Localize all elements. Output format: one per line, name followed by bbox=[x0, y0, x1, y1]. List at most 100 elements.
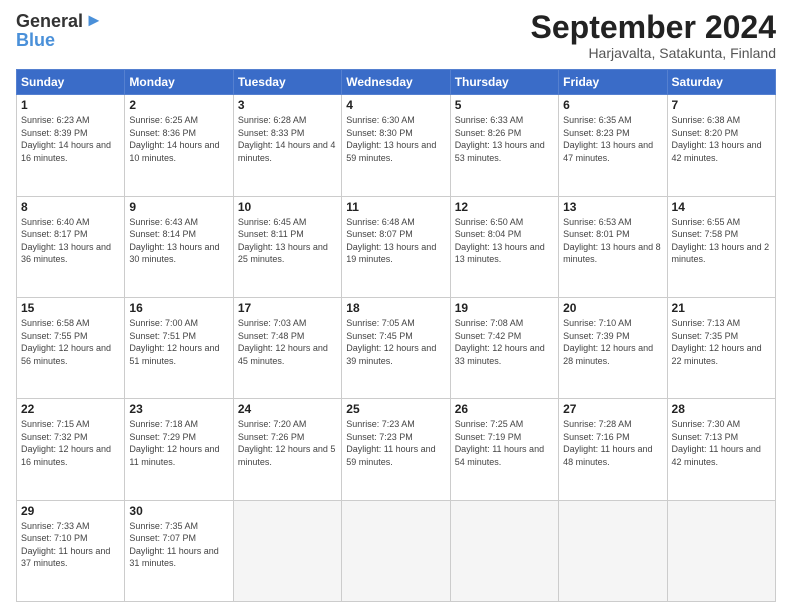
day-number: 8 bbox=[21, 200, 120, 214]
day-number: 30 bbox=[129, 504, 228, 518]
day-info: Sunrise: 6:35 AM Sunset: 8:23 PM Dayligh… bbox=[563, 114, 662, 164]
header: General ► Blue September 2024 Harjavalta… bbox=[16, 10, 776, 61]
subtitle: Harjavalta, Satakunta, Finland bbox=[531, 45, 776, 61]
calendar-week-row: 29 Sunrise: 7:33 AM Sunset: 7:10 PM Dayli… bbox=[17, 500, 776, 601]
col-friday: Friday bbox=[559, 70, 667, 95]
table-row: 7 Sunrise: 6:38 AM Sunset: 8:20 PM Daylig… bbox=[667, 95, 775, 196]
table-row: 23Sunrise: 7:18 AM Sunset: 7:29 PM Dayli… bbox=[125, 399, 233, 500]
title-section: September 2024 Harjavalta, Satakunta, Fi… bbox=[531, 10, 776, 61]
day-number: 26 bbox=[455, 402, 554, 416]
day-info: Sunrise: 6:33 AM Sunset: 8:26 PM Dayligh… bbox=[455, 114, 554, 164]
day-info: Sunrise: 6:38 AM Sunset: 8:20 PM Dayligh… bbox=[672, 114, 771, 164]
day-info: Sunrise: 6:25 AM Sunset: 8:36 PM Dayligh… bbox=[129, 114, 228, 164]
table-row: 27 Sunrise: 7:28 AM Sunset: 7:16 PM Dayli… bbox=[559, 399, 667, 500]
table-row: 10 Sunrise: 6:45 AM Sunset: 8:11 PM Dayli… bbox=[233, 196, 341, 297]
day-number: 29 bbox=[21, 504, 120, 518]
day-number: 21 bbox=[672, 301, 771, 315]
day-number: 10 bbox=[238, 200, 337, 214]
table-row: 1Sunrise: 6:23 AM Sunset: 8:39 PM Daylig… bbox=[17, 95, 125, 196]
day-info: Sunrise: 6:45 AM Sunset: 8:11 PM Dayligh… bbox=[238, 216, 337, 266]
day-number: 9 bbox=[129, 200, 228, 214]
table-row: 26 Sunrise: 7:25 AM Sunset: 7:19 PM Dayli… bbox=[450, 399, 558, 500]
logo-general-text: General bbox=[16, 12, 83, 30]
day-info: Sunrise: 7:18 AM Sunset: 7:29 PM Dayligh… bbox=[129, 418, 228, 468]
table-row bbox=[342, 500, 450, 601]
table-row: 14 Sunrise: 6:55 AM Sunset: 7:58 PM Dayli… bbox=[667, 196, 775, 297]
table-row: 6 Sunrise: 6:35 AM Sunset: 8:23 PM Daylig… bbox=[559, 95, 667, 196]
day-info: Sunrise: 6:58 AM Sunset: 7:55 PM Dayligh… bbox=[21, 317, 120, 367]
table-row: 28Sunrise: 7:30 AM Sunset: 7:13 PM Dayli… bbox=[667, 399, 775, 500]
day-info: Sunrise: 7:33 AM Sunset: 7:10 PM Dayligh… bbox=[21, 520, 120, 570]
day-info: Sunrise: 7:03 AM Sunset: 7:48 PM Dayligh… bbox=[238, 317, 337, 367]
table-row: 17 Sunrise: 7:03 AM Sunset: 7:48 PM Dayli… bbox=[233, 297, 341, 398]
table-row: 30 Sunrise: 7:35 AM Sunset: 7:07 PM Dayli… bbox=[125, 500, 233, 601]
day-info: Sunrise: 7:35 AM Sunset: 7:07 PM Dayligh… bbox=[129, 520, 228, 570]
logo-arrow-icon: ► bbox=[85, 10, 103, 31]
table-row: 9 Sunrise: 6:43 AM Sunset: 8:14 PM Daylig… bbox=[125, 196, 233, 297]
col-thursday: Thursday bbox=[450, 70, 558, 95]
day-number: 7 bbox=[672, 98, 771, 112]
day-number: 25 bbox=[346, 402, 445, 416]
day-info: Sunrise: 7:00 AM Sunset: 7:51 PM Dayligh… bbox=[129, 317, 228, 367]
table-row bbox=[233, 500, 341, 601]
table-row: 21 Sunrise: 7:13 AM Sunset: 7:35 PM Dayli… bbox=[667, 297, 775, 398]
day-number: 3 bbox=[238, 98, 337, 112]
table-row bbox=[559, 500, 667, 601]
day-number: 18 bbox=[346, 301, 445, 315]
day-number: 24 bbox=[238, 402, 337, 416]
day-info: Sunrise: 7:10 AM Sunset: 7:39 PM Dayligh… bbox=[563, 317, 662, 367]
day-info: Sunrise: 6:28 AM Sunset: 8:33 PM Dayligh… bbox=[238, 114, 337, 164]
table-row bbox=[667, 500, 775, 601]
day-number: 14 bbox=[672, 200, 771, 214]
day-number: 22 bbox=[21, 402, 120, 416]
col-tuesday: Tuesday bbox=[233, 70, 341, 95]
day-number: 17 bbox=[238, 301, 337, 315]
day-number: 1 bbox=[21, 98, 120, 112]
table-row: 20 Sunrise: 7:10 AM Sunset: 7:39 PM Dayli… bbox=[559, 297, 667, 398]
day-info: Sunrise: 7:15 AM Sunset: 7:32 PM Dayligh… bbox=[21, 418, 120, 468]
day-info: Sunrise: 7:25 AM Sunset: 7:19 PM Dayligh… bbox=[455, 418, 554, 468]
day-info: Sunrise: 7:23 AM Sunset: 7:23 PM Dayligh… bbox=[346, 418, 445, 468]
day-number: 20 bbox=[563, 301, 662, 315]
day-number: 15 bbox=[21, 301, 120, 315]
day-info: Sunrise: 7:28 AM Sunset: 7:16 PM Dayligh… bbox=[563, 418, 662, 468]
table-row: 24 Sunrise: 7:20 AM Sunset: 7:26 PM Dayli… bbox=[233, 399, 341, 500]
day-info: Sunrise: 6:55 AM Sunset: 7:58 PM Dayligh… bbox=[672, 216, 771, 266]
table-row: 4Sunrise: 6:30 AM Sunset: 8:30 PM Daylig… bbox=[342, 95, 450, 196]
col-monday: Monday bbox=[125, 70, 233, 95]
day-number: 27 bbox=[563, 402, 662, 416]
day-info: Sunrise: 7:20 AM Sunset: 7:26 PM Dayligh… bbox=[238, 418, 337, 468]
day-number: 5 bbox=[455, 98, 554, 112]
day-info: Sunrise: 6:50 AM Sunset: 8:04 PM Dayligh… bbox=[455, 216, 554, 266]
table-row: 12 Sunrise: 6:50 AM Sunset: 8:04 PM Dayli… bbox=[450, 196, 558, 297]
day-info: Sunrise: 7:05 AM Sunset: 7:45 PM Dayligh… bbox=[346, 317, 445, 367]
table-row: 11Sunrise: 6:48 AM Sunset: 8:07 PM Dayli… bbox=[342, 196, 450, 297]
calendar-table: Sunday Monday Tuesday Wednesday Thursday… bbox=[16, 69, 776, 602]
table-row: 25 Sunrise: 7:23 AM Sunset: 7:23 PM Dayli… bbox=[342, 399, 450, 500]
day-number: 16 bbox=[129, 301, 228, 315]
calendar-week-row: 8 Sunrise: 6:40 AM Sunset: 8:17 PM Daylig… bbox=[17, 196, 776, 297]
day-info: Sunrise: 6:40 AM Sunset: 8:17 PM Dayligh… bbox=[21, 216, 120, 266]
table-row: 5 Sunrise: 6:33 AM Sunset: 8:26 PM Daylig… bbox=[450, 95, 558, 196]
day-number: 2 bbox=[129, 98, 228, 112]
day-number: 12 bbox=[455, 200, 554, 214]
calendar-week-row: 1Sunrise: 6:23 AM Sunset: 8:39 PM Daylig… bbox=[17, 95, 776, 196]
day-info: Sunrise: 7:08 AM Sunset: 7:42 PM Dayligh… bbox=[455, 317, 554, 367]
day-number: 13 bbox=[563, 200, 662, 214]
table-row: 8 Sunrise: 6:40 AM Sunset: 8:17 PM Daylig… bbox=[17, 196, 125, 297]
logo-blue-text: Blue bbox=[16, 31, 55, 49]
table-row: 3 Sunrise: 6:28 AM Sunset: 8:33 PM Daylig… bbox=[233, 95, 341, 196]
col-saturday: Saturday bbox=[667, 70, 775, 95]
table-row: 2 Sunrise: 6:25 AM Sunset: 8:36 PM Daylig… bbox=[125, 95, 233, 196]
day-number: 19 bbox=[455, 301, 554, 315]
table-row: 16 Sunrise: 7:00 AM Sunset: 7:51 PM Dayli… bbox=[125, 297, 233, 398]
page: General ► Blue September 2024 Harjavalta… bbox=[0, 0, 792, 612]
col-wednesday: Wednesday bbox=[342, 70, 450, 95]
day-info: Sunrise: 6:53 AM Sunset: 8:01 PM Dayligh… bbox=[563, 216, 662, 266]
day-info: Sunrise: 7:13 AM Sunset: 7:35 PM Dayligh… bbox=[672, 317, 771, 367]
logo: General ► Blue bbox=[16, 10, 103, 49]
day-info: Sunrise: 6:48 AM Sunset: 8:07 PM Dayligh… bbox=[346, 216, 445, 266]
day-info: Sunrise: 6:43 AM Sunset: 8:14 PM Dayligh… bbox=[129, 216, 228, 266]
col-sunday: Sunday bbox=[17, 70, 125, 95]
day-number: 6 bbox=[563, 98, 662, 112]
